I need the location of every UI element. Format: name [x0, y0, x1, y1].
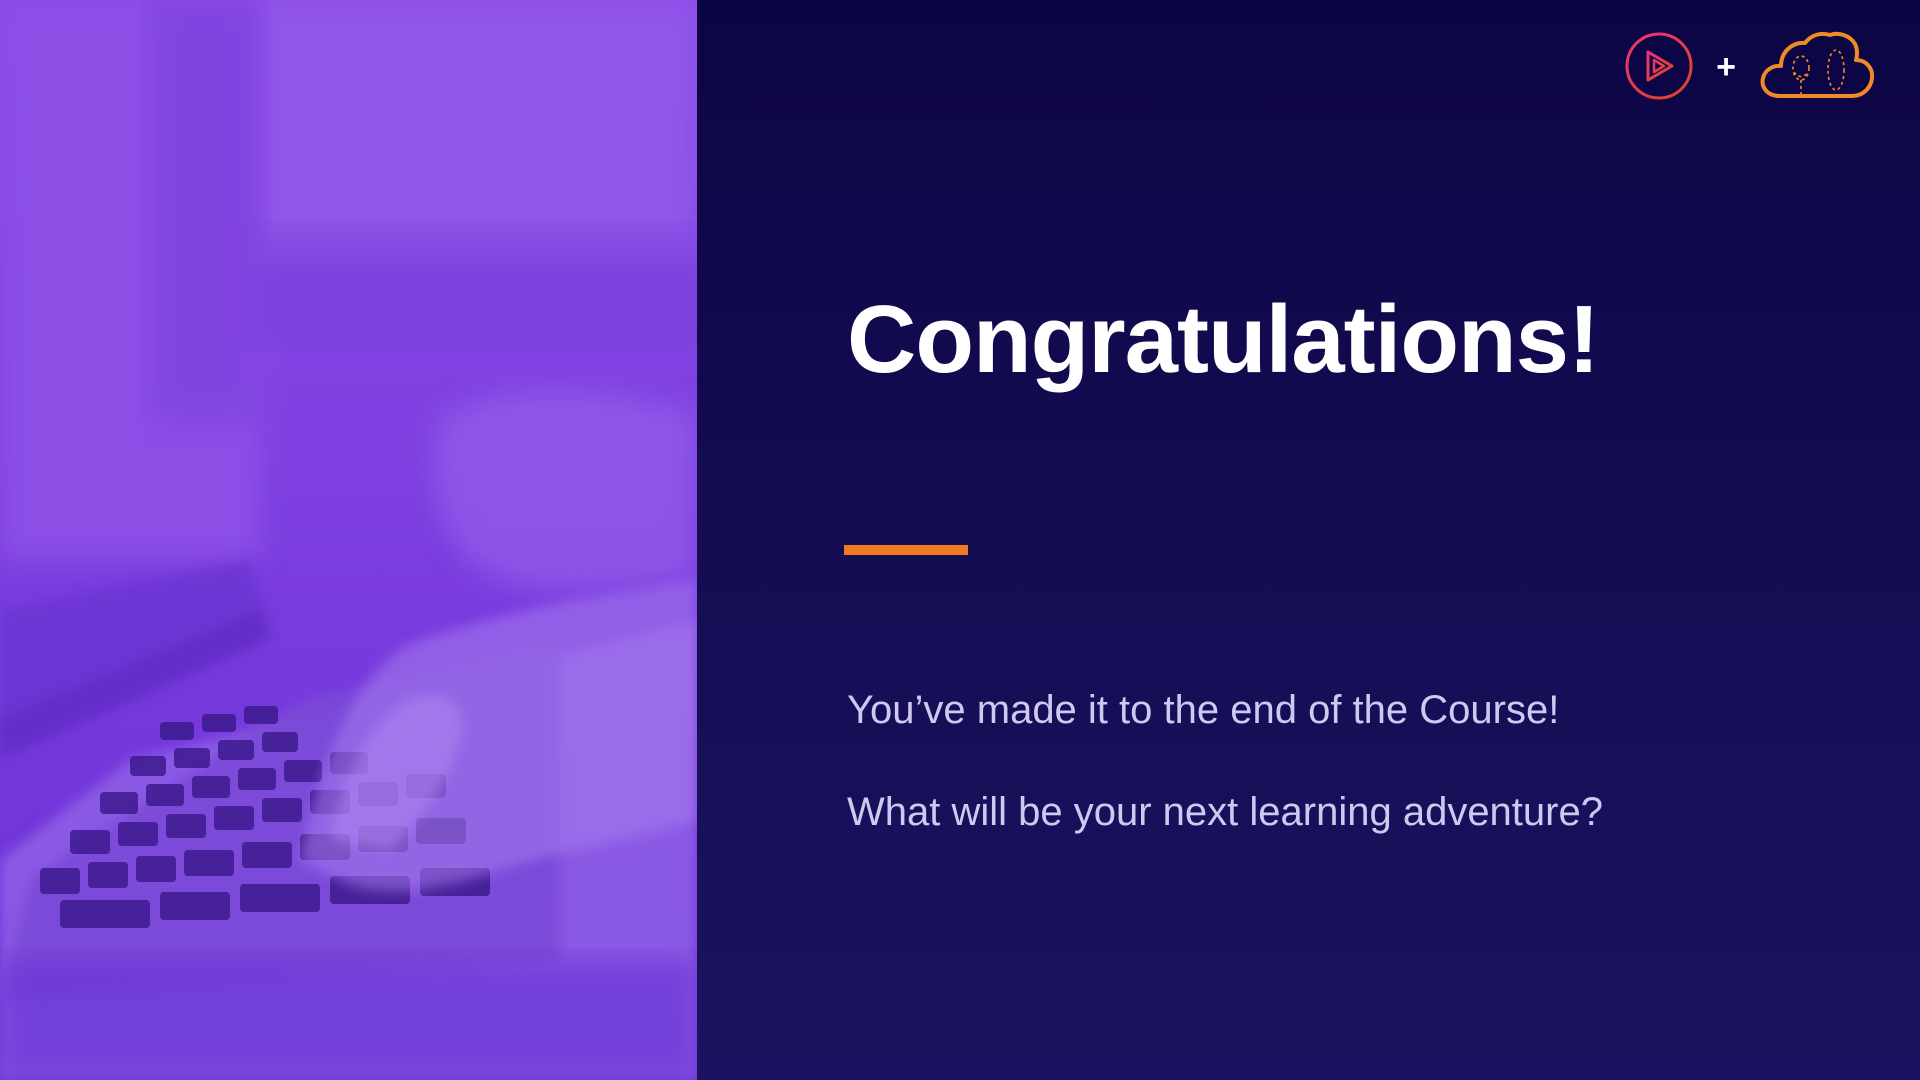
slide: + Congratulations! You’ve made it to the… [0, 0, 1920, 1080]
accent-divider [844, 545, 968, 555]
slide-title: Congratulations! [847, 286, 1600, 393]
laptop-photo-panel [0, 0, 697, 1080]
content-panel: + Congratulations! You’ve made it to the… [697, 0, 1920, 1080]
completion-message: You’ve made it to the end of the Course! [847, 688, 1560, 732]
laptop-photo [0, 0, 697, 1080]
play-circle-logo-icon [1624, 31, 1694, 106]
next-adventure-question: What will be your next learning adventur… [847, 790, 1603, 834]
logo-plus-separator: + [1716, 47, 1736, 86]
cloud-logo-icon [1758, 30, 1876, 107]
logo-group: + [1624, 30, 1876, 107]
